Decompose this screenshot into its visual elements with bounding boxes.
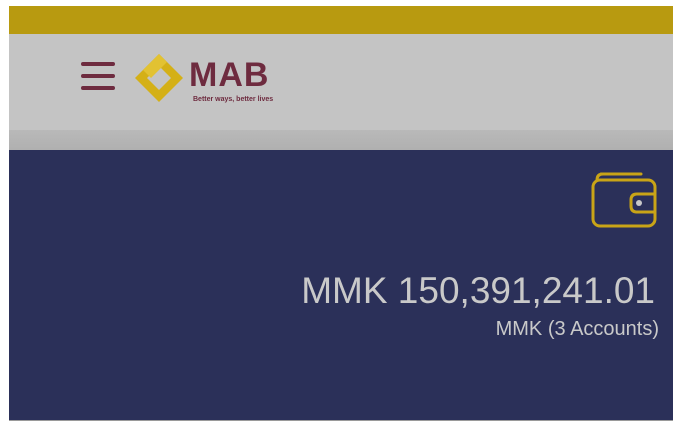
menu-line [81, 86, 115, 90]
menu-line [81, 74, 115, 78]
status-bar [9, 6, 673, 34]
menu-line [81, 62, 115, 66]
header-divider [9, 130, 673, 150]
mab-logo[interactable]: MAB Better ways, better lives [131, 50, 301, 110]
balance-card[interactable]: MMK 150,391,241.01 MMK (3 Accounts) [9, 150, 673, 420]
wallet-icon [591, 172, 657, 228]
brand-tagline: Better ways, better lives [193, 96, 274, 103]
mab-diamond-logo-icon [135, 54, 183, 102]
accounts-summary: MMK (3 Accounts) [495, 318, 659, 340]
total-balance: MMK 150,391,241.01 [301, 270, 655, 311]
app-header: MAB Better ways, better lives [9, 34, 673, 130]
brand-name: MAB [189, 56, 270, 94]
hamburger-menu-icon[interactable] [79, 58, 119, 98]
divider [9, 420, 673, 421]
app-screen: MAB Better ways, better lives MMK 150,39… [9, 6, 673, 421]
